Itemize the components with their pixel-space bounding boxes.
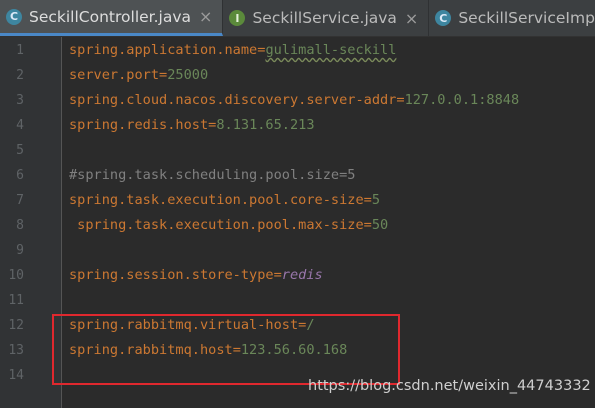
line-number: 5 [16,143,24,158]
class-icon: C [6,8,22,25]
line-number: 7 [16,193,24,208]
property-value: 5 [371,192,381,208]
property-value: 25000 [167,67,209,83]
property-value: redis [281,267,323,283]
tab-seckill-service[interactable]: I SeckillService.java × [223,0,430,36]
equals-sign: = [159,67,168,83]
watermark-text: https://blog.csdn.net/weixin_44743332 [308,378,591,394]
line-number: 8 [16,218,24,233]
property-key: spring.task.execution.pool.max-size [69,217,364,233]
line-number: 11 [8,293,24,308]
highlight-box [52,314,400,385]
close-icon[interactable]: × [199,7,212,26]
property-key: spring.redis.host [69,117,209,133]
equals-sign: = [273,267,282,283]
line-number: 9 [16,243,24,258]
property-value: 50 [371,217,389,233]
line-number: 2 [16,68,24,83]
line-number: 1 [16,43,24,58]
code-line: server.port=25000 [69,63,208,88]
code-line: spring.redis.host=8.131.65.213 [69,113,315,138]
property-value: 127.0.0.1:8848 [404,92,520,108]
property-key: spring.application.name [69,42,258,58]
tab-seckill-service-impl[interactable]: C SeckillServiceImpl.java [429,0,595,36]
code-line: spring.cloud.nacos.discovery.server-addr… [69,88,519,113]
equals-sign: = [363,217,372,233]
property-value: 8.131.65.213 [216,117,315,133]
code-line: spring.task.execution.pool.max-size=50 [69,213,388,238]
comment-text: #spring.task.scheduling.pool.size=5 [69,167,356,183]
interface-icon: I [229,10,246,26]
line-number: 3 [16,93,24,108]
line-number: 14 [8,368,24,383]
equals-sign: = [396,92,405,108]
line-number: 6 [16,168,24,183]
property-key: spring.session.store-type [69,267,274,283]
property-key: spring.cloud.nacos.discovery.server-addr [69,92,397,108]
tab-label: SeckillController.java [29,7,192,26]
property-value: gulimall-seckill [265,42,397,58]
editor-tab-bar: C SeckillController.java × I SeckillServ… [0,0,595,37]
close-icon[interactable]: × [405,9,418,28]
tab-label: SeckillService.java [252,9,397,27]
tab-seckill-controller[interactable]: C SeckillController.java × [0,0,224,36]
line-number: 12 [8,318,24,333]
code-line: spring.application.name=gulimall-seckill [69,38,396,63]
line-number: 4 [16,118,24,133]
code-line: #spring.task.scheduling.pool.size=5 [69,163,355,188]
code-line: spring.task.execution.pool.core-size=5 [69,188,380,213]
equals-sign: = [363,192,372,208]
code-line: spring.session.store-type=redis [69,263,323,288]
line-number: 10 [8,268,24,283]
line-number: 13 [8,343,24,358]
property-key: spring.task.execution.pool.core-size [69,192,364,208]
tab-label: SeckillServiceImpl.java [458,9,595,27]
class-icon: C [435,10,452,26]
property-key: server.port [69,67,160,83]
